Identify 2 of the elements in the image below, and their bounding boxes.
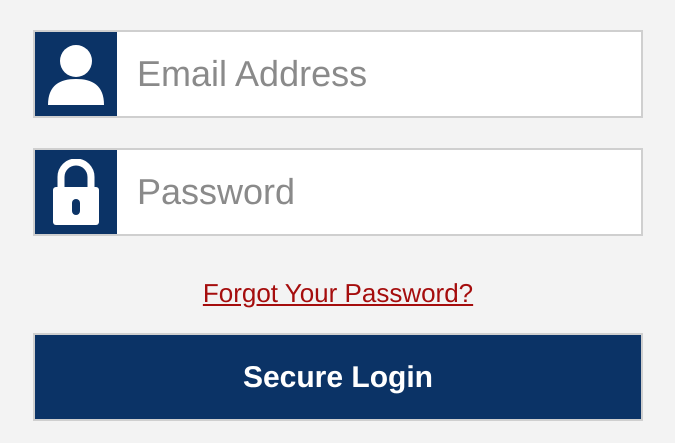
login-button[interactable]: Secure Login: [33, 333, 643, 421]
forgot-password-link[interactable]: Forgot Your Password?: [202, 274, 474, 313]
